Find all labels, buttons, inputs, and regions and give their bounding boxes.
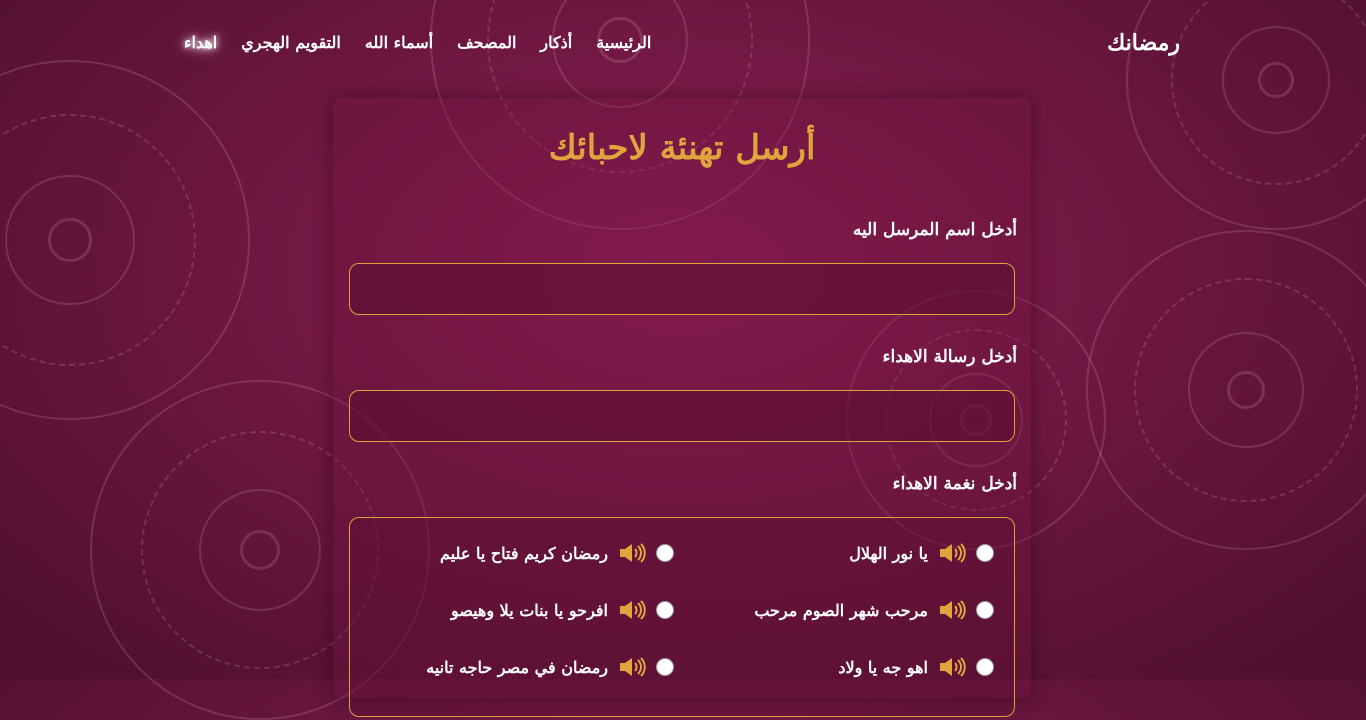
speaker-icon[interactable]	[618, 542, 646, 564]
tone-option[interactable]: اهو جه يا ولاد	[838, 656, 994, 678]
tone-label: رمضان كريم فتاح يا عليم	[440, 543, 608, 563]
nav-link-home[interactable]: الرئيسية	[596, 33, 651, 52]
tones-box: يا نور الهلال مرحب شهر الصوم مرحب اهو جه…	[349, 517, 1015, 717]
nav-link-quran[interactable]: المصحف	[457, 33, 516, 52]
brand-logo[interactable]: رمضانك	[1107, 30, 1180, 56]
tone-option[interactable]: مرحب شهر الصوم مرحب	[754, 599, 994, 621]
message-input[interactable]	[349, 390, 1015, 442]
tone-label: اهو جه يا ولاد	[838, 657, 928, 677]
message-label: أدخل رسالة الاهداء	[882, 347, 1017, 367]
tone-radio[interactable]	[656, 658, 674, 676]
recipient-label: أدخل اسم المرسل اليه	[852, 220, 1017, 240]
mandala-decoration	[1086, 230, 1366, 550]
nav-link-hijri-calendar[interactable]: التقويم الهجري	[241, 33, 341, 52]
tone-label: مرحب شهر الصوم مرحب	[754, 600, 928, 620]
navbar: رمضانك اهداء التقويم الهجري أسماء الله ا…	[0, 0, 1366, 88]
tone-radio[interactable]	[976, 658, 994, 676]
tone-label: يا نور الهلال	[849, 543, 928, 563]
nav-link-azkar[interactable]: أذكار	[540, 33, 572, 52]
speaker-icon[interactable]	[618, 599, 646, 621]
nav-link-names-of-allah[interactable]: أسماء الله	[365, 33, 433, 52]
tone-option[interactable]: رمضان كريم فتاح يا عليم	[440, 542, 674, 564]
speaker-icon[interactable]	[618, 656, 646, 678]
nav-link-gift[interactable]: اهداء	[184, 33, 217, 52]
form-title: أرسل تهنئة لاحبائك	[548, 128, 816, 168]
gift-form-panel: أرسل تهنئة لاحبائك أدخل اسم المرسل اليه …	[333, 98, 1031, 717]
tone-label: أدخل نغمة الاهداء	[892, 474, 1017, 494]
tone-option[interactable]: رمضان في مصر حاجه تانيه	[426, 656, 674, 678]
speaker-icon[interactable]	[938, 542, 966, 564]
mandala-decoration	[0, 60, 250, 420]
tone-radio[interactable]	[976, 601, 994, 619]
tone-option[interactable]: افرحو يا بنات يلا وهيصو	[451, 599, 674, 621]
tone-option[interactable]: يا نور الهلال	[849, 542, 994, 564]
tone-label: افرحو يا بنات يلا وهيصو	[450, 600, 608, 620]
tone-label: رمضان في مصر حاجه تانيه	[426, 657, 608, 677]
tone-radio[interactable]	[976, 544, 994, 562]
nav-links: اهداء التقويم الهجري أسماء الله المصحف أ…	[184, 33, 651, 52]
tone-radio[interactable]	[656, 601, 674, 619]
speaker-icon[interactable]	[938, 599, 966, 621]
tone-radio[interactable]	[656, 544, 674, 562]
recipient-input[interactable]	[349, 263, 1015, 315]
speaker-icon[interactable]	[938, 656, 966, 678]
